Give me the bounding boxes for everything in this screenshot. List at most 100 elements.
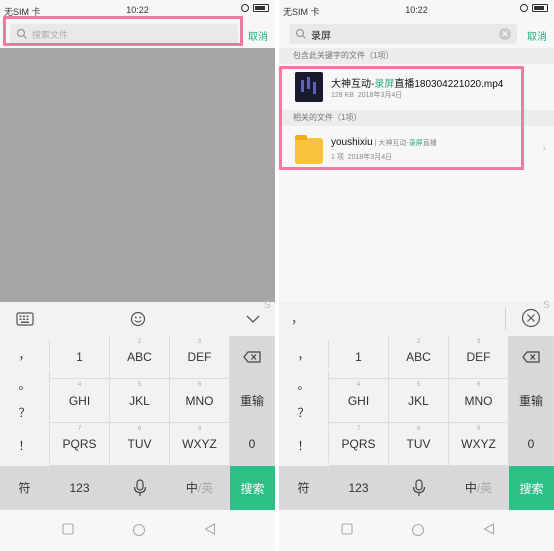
voice-input-key[interactable] (389, 466, 449, 510)
cancel-button[interactable]: 取消 (527, 28, 547, 43)
watermark-icon: S (543, 300, 550, 311)
emoji-icon[interactable] (130, 311, 146, 327)
microphone-icon (133, 478, 146, 496)
digit-key-6[interactable]: 6 MNO (449, 379, 509, 423)
zero-key[interactable]: 0 (509, 423, 554, 466)
key-digit-hint: 6 (197, 382, 202, 388)
clear-icon[interactable]: ✕ (499, 28, 511, 40)
search-input[interactable]: 搜索文件 (10, 24, 238, 44)
file-result-item[interactable]: 大神互动-录屏直播180304221020.mp4 128 KB 2018年3月… (279, 64, 554, 110)
language-toggle-key[interactable]: 中/英 (170, 466, 230, 510)
number-mode-key[interactable]: 123 (329, 466, 389, 510)
key-label: GHI (347, 393, 370, 408)
voice-input-key[interactable] (110, 466, 170, 510)
digit-key-9[interactable]: 9 WXYZ (170, 423, 230, 466)
recent-apps-icon[interactable] (62, 523, 74, 535)
key-label: 。 (297, 377, 310, 392)
home-icon[interactable] (411, 523, 425, 537)
back-icon[interactable] (204, 523, 216, 535)
key-label: 搜索 (240, 481, 265, 496)
key-label: ？ (18, 405, 31, 420)
punct-key[interactable]: ？ (279, 398, 329, 426)
zero-key[interactable]: 0 (230, 423, 275, 466)
candidate-punctuation[interactable]: ， (291, 308, 304, 327)
home-icon[interactable] (132, 523, 146, 537)
digit-key-7[interactable]: 7 PQRS (50, 423, 110, 466)
key-digit-hint: 8 (416, 426, 421, 432)
digit-key-9[interactable]: 9 WXYZ (449, 423, 509, 466)
key-label: ABC (127, 350, 152, 364)
search-key[interactable]: 搜索 (509, 466, 554, 510)
recent-apps-icon[interactable] (341, 523, 353, 535)
digit-key-1[interactable]: 1 (329, 336, 389, 379)
reinput-key[interactable]: 重输 (230, 379, 275, 423)
symbols-key[interactable]: 符 (279, 466, 329, 510)
keyboard-toolbar: ， (279, 302, 554, 336)
backspace-icon (522, 351, 540, 363)
navigation-bar (279, 510, 554, 551)
punct-key[interactable]: 。 (0, 370, 50, 398)
symbols-key[interactable]: 符 (0, 466, 50, 510)
digit-key-2[interactable]: 2 ABC (389, 336, 449, 379)
keyboard-toolbar (0, 302, 275, 336)
backspace-key[interactable] (230, 336, 275, 379)
punct-key[interactable]: ， (0, 340, 50, 368)
keyboard: ， 。 ？ ！ 1 2 ABC 3 DEF 4 GHI 5 JKL 6 MNO 7 PQRS 8 TUV 9 WXYZ 重… (0, 336, 275, 510)
watermark-icon: S (264, 300, 271, 311)
number-mode-key[interactable]: 123 (50, 466, 110, 510)
back-icon[interactable] (483, 523, 495, 535)
punct-key[interactable]: 。 (279, 370, 329, 398)
cancel-button[interactable]: 取消 (248, 28, 268, 43)
punct-key[interactable]: ！ (279, 427, 329, 463)
clock: 10:22 (126, 5, 149, 15)
reinput-key[interactable]: 重输 (509, 379, 554, 423)
digit-key-2[interactable]: 2 ABC (110, 336, 170, 379)
close-candidates-icon[interactable] (521, 308, 541, 328)
key-label: ， (18, 347, 31, 362)
folder-icon (295, 135, 323, 164)
digit-key-6[interactable]: 6 MNO (170, 379, 230, 423)
key-digit-hint: 8 (137, 426, 142, 432)
file-meta: 128 KB 2018年3月4日 (331, 92, 403, 99)
key-label: 中 (464, 481, 477, 495)
key-digit-hint: 5 (416, 382, 421, 388)
digit-key-4[interactable]: 4 GHI (329, 379, 389, 423)
digit-key-3[interactable]: 3 DEF (170, 336, 230, 379)
search-icon (16, 28, 27, 39)
battery-icon (532, 4, 548, 12)
key-label: ， (297, 347, 310, 362)
search-icon (295, 28, 306, 39)
digit-key-5[interactable]: 5 JKL (389, 379, 449, 423)
punct-key[interactable]: ？ (0, 398, 50, 426)
key-label: 123 (69, 480, 90, 495)
keyboard: ， 。 ？ ！ 1 2 ABC 3 DEF 4 GHI 5 JKL 6 MNO 7 PQRS 8 TUV 9 WXYZ 重… (279, 336, 554, 510)
punct-key[interactable]: ， (279, 340, 329, 368)
digit-key-3[interactable]: 3 DEF (449, 336, 509, 379)
digit-key-8[interactable]: 8 TUV (110, 423, 170, 466)
results-empty-space (279, 166, 554, 302)
key-label: 。 (18, 377, 31, 392)
digit-key-7[interactable]: 7 PQRS (329, 423, 389, 466)
backspace-key[interactable] (509, 336, 554, 379)
collapse-keyboard-icon[interactable] (246, 315, 260, 324)
key-label: ABC (406, 350, 431, 364)
digit-key-5[interactable]: 5 JKL (110, 379, 170, 423)
key-label: TUV (127, 437, 152, 451)
key-digit-hint: 6 (476, 382, 481, 388)
digit-key-1[interactable]: 1 (50, 336, 110, 379)
language-toggle-key[interactable]: 中/英 (449, 466, 509, 510)
key-digit-hint: 9 (197, 426, 202, 432)
key-label: DEF (187, 350, 212, 364)
key-label: 123 (348, 480, 369, 495)
digit-key-8[interactable]: 8 TUV (389, 423, 449, 466)
punct-key[interactable]: ！ (0, 427, 50, 463)
search-input[interactable]: 录屏 ✕ (289, 24, 517, 44)
keyboard-icon[interactable] (16, 312, 34, 326)
digit-key-4[interactable]: 4 GHI (50, 379, 110, 423)
folder-result-item[interactable]: youshixiu | 大神互动-录屏直播 1 项 2018年3月4日 › (279, 126, 554, 168)
search-bar: 录屏 ✕ 取消 (279, 20, 554, 48)
alarm-icon (520, 4, 528, 12)
alarm-icon (241, 4, 249, 12)
key-digit-hint: 2 (137, 339, 142, 345)
search-key[interactable]: 搜索 (230, 466, 275, 510)
